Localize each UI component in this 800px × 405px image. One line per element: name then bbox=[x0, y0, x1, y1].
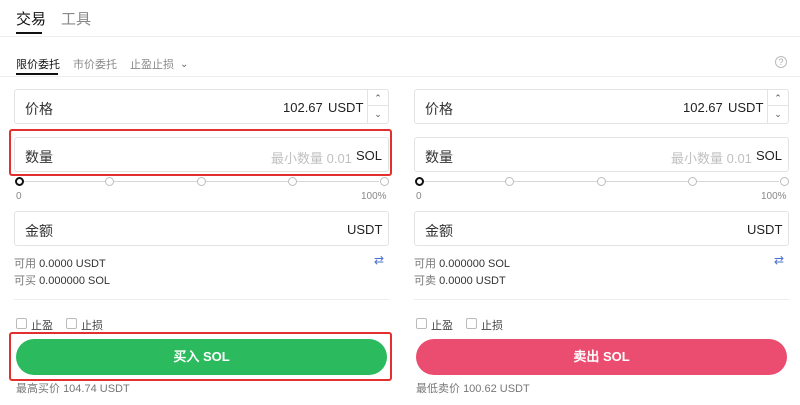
sell-price-label: 价格 bbox=[425, 101, 453, 117]
quantity-highlight-box bbox=[9, 129, 392, 176]
sell-max-value: 0.0000 USDT bbox=[439, 275, 506, 287]
sell-best-price-label: 最低卖价 bbox=[416, 383, 460, 395]
sell-max-label: 可卖 bbox=[414, 275, 436, 287]
buy-slider-handle[interactable] bbox=[15, 177, 24, 186]
sell-price-field[interactable]: 价格 102.67 USDT ⌃ ⌄ bbox=[414, 89, 789, 124]
sell-price-value: 102.67 bbox=[683, 100, 723, 115]
buy-max-label: 可买 bbox=[14, 275, 36, 287]
sell-price-unit: USDT bbox=[728, 100, 764, 115]
sell-slider-max-label: 100% bbox=[761, 191, 787, 202]
buy-slider-mark-50[interactable] bbox=[197, 177, 206, 186]
sell-amount-unit: USDT bbox=[747, 222, 783, 237]
buy-price-stepper: ⌃ ⌄ bbox=[367, 90, 388, 123]
sell-slider-mark-100[interactable] bbox=[780, 177, 789, 186]
sell-best-price: 最低卖价 100.62 USDT bbox=[416, 380, 530, 396]
buy-slider-mark-100[interactable] bbox=[380, 177, 389, 186]
swap-icon[interactable]: ⇄ bbox=[374, 253, 384, 267]
sell-available-label: 可用 bbox=[414, 258, 436, 270]
sell-quantity-label: 数量 bbox=[425, 149, 453, 165]
buy-slider-mark-25[interactable] bbox=[105, 177, 114, 186]
chevron-up-icon[interactable]: ⌃ bbox=[368, 90, 388, 106]
buy-amount-field[interactable]: 金额 USDT bbox=[14, 211, 389, 246]
sell-amount-field[interactable]: 金额 USDT bbox=[414, 211, 789, 246]
sell-slider-min-label: 0 bbox=[416, 191, 422, 202]
buy-price-field[interactable]: 价格 102.67 USDT ⌃ ⌄ bbox=[14, 89, 389, 124]
sell-stop-loss-label: 止损 bbox=[481, 320, 503, 332]
chevron-up-icon[interactable]: ⌃ bbox=[768, 90, 788, 106]
sell-best-price-value: 100.62 USDT bbox=[463, 383, 530, 395]
sell-amount-label: 金额 bbox=[425, 223, 453, 239]
sell-quantity-field[interactable]: 数量 最小数量 0.01 SOL bbox=[414, 137, 789, 172]
sell-take-profit-checkbox[interactable] bbox=[416, 318, 427, 329]
sell-slider-mark-25[interactable] bbox=[505, 177, 514, 186]
buy-available-label: 可用 bbox=[14, 258, 36, 270]
sell-price-stepper: ⌃ ⌄ bbox=[767, 90, 788, 123]
sell-quantity-unit: SOL bbox=[756, 148, 783, 163]
buy-price-unit: USDT bbox=[328, 100, 364, 115]
sell-slider-mark-50[interactable] bbox=[597, 177, 606, 186]
buy-best-price: 最高买价 104.74 USDT bbox=[16, 380, 130, 396]
buy-available-value: 0.0000 USDT bbox=[39, 258, 106, 270]
buy-best-price-value: 104.74 USDT bbox=[63, 383, 130, 395]
sell-slider-handle[interactable] bbox=[415, 177, 424, 186]
sell-stop-loss-checkbox[interactable] bbox=[466, 318, 477, 329]
sell-available: 可用 0.000000 SOL bbox=[414, 255, 510, 271]
sell-available-value: 0.000000 SOL bbox=[439, 258, 511, 270]
sell-panel: 价格 102.67 USDT ⌃ ⌄ 数量 最小数量 0.01 SOL 0 10… bbox=[414, 0, 789, 405]
sell-button[interactable]: 卖出 SOL bbox=[416, 339, 787, 375]
buy-stop-loss-checkbox[interactable] bbox=[66, 318, 77, 329]
chevron-down-icon[interactable]: ⌄ bbox=[368, 106, 388, 122]
sell-max: 可卖 0.0000 USDT bbox=[414, 272, 506, 288]
buy-best-price-label: 最高买价 bbox=[16, 383, 60, 395]
buy-take-profit-label: 止盈 bbox=[31, 320, 53, 332]
buy-take-profit-checkbox[interactable] bbox=[16, 318, 27, 329]
buy-slider-min-label: 0 bbox=[16, 191, 22, 202]
sell-divider bbox=[414, 299, 789, 300]
buy-available: 可用 0.0000 USDT bbox=[14, 255, 106, 271]
sell-quantity-placeholder: 最小数量 0.01 bbox=[671, 151, 752, 166]
buy-amount-label: 金额 bbox=[25, 223, 53, 239]
buy-divider bbox=[14, 299, 389, 300]
buy-slider-max-label: 100% bbox=[361, 191, 387, 202]
sell-take-profit-label: 止盈 bbox=[431, 320, 453, 332]
buy-stop-loss-label: 止损 bbox=[81, 320, 103, 332]
buy-price-value: 102.67 bbox=[283, 100, 323, 115]
chevron-down-icon[interactable]: ⌄ bbox=[768, 106, 788, 122]
buy-slider-mark-75[interactable] bbox=[288, 177, 297, 186]
swap-icon[interactable]: ⇄ bbox=[774, 253, 784, 267]
buy-button-highlight-box bbox=[9, 332, 392, 381]
buy-price-label: 价格 bbox=[25, 101, 53, 117]
buy-max-value: 0.000000 SOL bbox=[39, 275, 111, 287]
buy-max: 可买 0.000000 SOL bbox=[14, 272, 110, 288]
sell-slider-mark-75[interactable] bbox=[688, 177, 697, 186]
buy-amount-unit: USDT bbox=[347, 222, 383, 237]
